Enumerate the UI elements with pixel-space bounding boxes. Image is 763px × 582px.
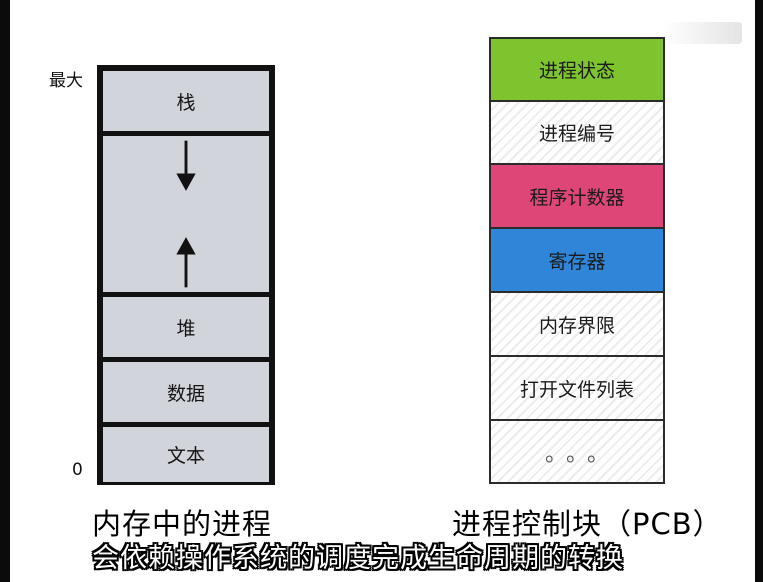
- free-space-segment: [103, 136, 269, 292]
- growth-arrows: [176, 140, 196, 288]
- pcb-cell-label: 打开文件列表: [519, 378, 634, 401]
- heap-segment: 堆: [103, 297, 269, 357]
- pcb-diagram: 进程状态 进程编号 程序计数器 寄存器 内存界限 打开文件列表 。。。: [489, 37, 665, 484]
- pcb-cell-process-state: 进程状态: [491, 39, 663, 100]
- text-label: 文本: [166, 445, 205, 467]
- pcb-cell-open-files: 打开文件列表: [491, 357, 663, 419]
- right-frame-edge: [755, 0, 763, 582]
- arrow-up-icon: [176, 237, 196, 288]
- heap-label: 堆: [176, 317, 196, 340]
- arrow-down-icon: [176, 140, 196, 191]
- label-max: 最大: [49, 71, 83, 91]
- pcb-cell-label: 进程编号: [538, 123, 615, 145]
- pcb-cell-more: 。。。: [491, 421, 663, 482]
- pcb-cell-label: 内存界限: [538, 314, 615, 337]
- stack-label: 栈: [176, 91, 196, 114]
- process-memory-diagram: 栈 堆 数据 文本: [97, 65, 275, 485]
- pcb-cell-label: 进程状态: [538, 60, 615, 82]
- pcb-cell-label: 程序计数器: [529, 186, 625, 209]
- watermark-logo: [662, 22, 742, 44]
- stack-segment: 栈: [103, 71, 269, 131]
- pcb-cell-label: 寄存器: [548, 250, 606, 273]
- pcb-cell-process-id: 进程编号: [491, 102, 663, 163]
- left-frame-edge: [0, 0, 10, 582]
- label-zero: 0: [72, 460, 83, 480]
- pcb-cell-program-counter: 程序计数器: [491, 165, 663, 227]
- text-segment: 文本: [103, 427, 269, 482]
- video-subtitle: 会依赖操作系统的调度完成生命周期的转换: [92, 543, 624, 574]
- pcb-cell-memory-limits: 内存界限: [491, 293, 663, 355]
- data-label: 数据: [166, 382, 205, 405]
- pcb-cell-registers: 寄存器: [491, 229, 663, 291]
- data-segment: 数据: [103, 362, 269, 422]
- pcb-cell-label: 。。。: [544, 441, 619, 467]
